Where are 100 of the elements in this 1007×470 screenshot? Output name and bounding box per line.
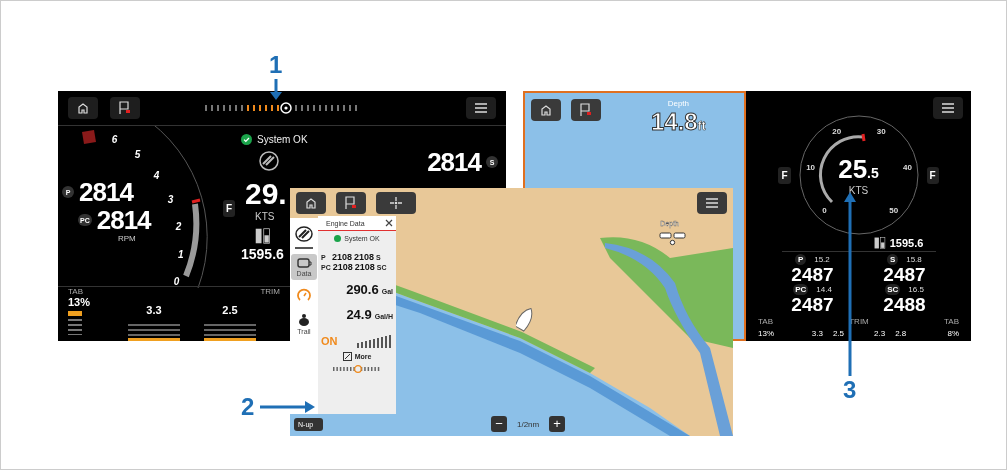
gauge-tick-label: 3 [167, 194, 174, 206]
trim-value: 2.8 [895, 329, 907, 338]
speed-decimal: .5 [867, 165, 879, 181]
fuel-value: 1595.6 [889, 237, 924, 249]
gauge-icon [297, 288, 311, 302]
engine-side-badge: SC [885, 284, 901, 295]
fuel-value: 290.6 [346, 282, 379, 297]
callout-arrow [269, 79, 282, 101]
speed-unit: KTS [255, 211, 275, 222]
engine-side-badge: PC [793, 284, 809, 295]
fuel-value: 1595.6 [241, 246, 284, 262]
engine-side-badge: S [887, 254, 899, 265]
rpm-unit: RPM [118, 234, 136, 243]
gauge-tick-label: 4 [153, 169, 160, 181]
callout-number: 1 [269, 51, 283, 79]
status-dot-icon [334, 235, 342, 242]
trim-value: 2.5 [832, 329, 844, 338]
engine-logo-icon [259, 151, 279, 171]
tab-value: 13% [758, 329, 774, 338]
callout-number: 3 [843, 376, 857, 404]
fuel-level-icon [873, 237, 886, 249]
fuel-level-icon [255, 228, 271, 244]
trim-label: TRIM [849, 317, 869, 326]
menu-icon [942, 103, 954, 113]
speed-unit: KTS [848, 185, 869, 196]
steering-indicator-drawing [333, 365, 381, 373]
home-icon [305, 197, 317, 209]
engine-logo-icon [295, 226, 313, 242]
menu-icon [475, 103, 487, 113]
depth-label: Depth [667, 99, 690, 108]
menu-button[interactable] [933, 97, 963, 119]
gear-indicator: F [926, 166, 939, 184]
trim-value: 15.2 [814, 255, 830, 264]
rpm-value: 2488 [883, 295, 926, 314]
home-button[interactable] [68, 97, 98, 119]
home-icon [540, 104, 552, 116]
trim-value: 3.3 [811, 329, 823, 338]
rpm-value: 2814 [79, 178, 133, 206]
trim-label: TRIM [260, 287, 280, 296]
tab-label: TAB [758, 317, 774, 326]
expand-icon [342, 352, 352, 361]
boat-icon [516, 306, 534, 332]
rpm-value: 2108 [332, 262, 353, 272]
engine-side-badge: P [795, 254, 807, 265]
engine-icon [296, 257, 312, 269]
tab-label: TAB [944, 317, 959, 326]
tab-value: 8% [947, 329, 959, 338]
gauge-tick-label: 0 [821, 205, 827, 215]
scale-label: 1/2nm [515, 419, 541, 429]
gauge-tick-label: 2 [175, 220, 182, 232]
zoom-in-button[interactable]: + [549, 416, 566, 432]
rpm-value: 2814 [427, 148, 481, 176]
gauge-tick-label: 5 [134, 149, 141, 161]
trim-value: 3.3 [146, 304, 162, 316]
speed-value: 29. [245, 179, 287, 209]
trim-value: 2.5 [222, 304, 238, 316]
rpm-value: 2487 [791, 295, 834, 314]
rpm-value: 2108 [332, 252, 353, 262]
rpm-value: 2487 [883, 265, 926, 284]
callout-arrow [260, 401, 317, 413]
flag-icon [118, 101, 132, 115]
crosshair-button[interactable] [376, 192, 416, 214]
flag-icon [344, 196, 358, 210]
gauge-tick-label: 1 [177, 248, 184, 260]
trim-value: 14.4 [816, 285, 832, 294]
depth-unit: ft [697, 119, 706, 133]
home-button[interactable] [531, 99, 561, 121]
trim-value: 2.3 [874, 329, 886, 338]
close-icon[interactable] [385, 219, 393, 227]
home-icon [77, 102, 89, 114]
waypoint-button[interactable] [571, 99, 601, 121]
home-button[interactable] [296, 192, 326, 214]
gauge-tick-label: 20 [831, 127, 841, 137]
menu-button[interactable] [697, 192, 727, 214]
check-icon [241, 134, 252, 145]
callout-number: 2 [241, 393, 255, 421]
waypoint-button[interactable] [110, 97, 140, 119]
gauge-tick-label: 50 [888, 205, 898, 215]
fuel-flow-value: 24.9 [346, 307, 372, 322]
gauge-tick-label: 10 [805, 163, 815, 173]
zoom-out-button[interactable]: − [491, 416, 508, 432]
crosshair-icon [389, 196, 403, 210]
rpm-value: 2108 [354, 262, 375, 272]
gear-indicator: F [778, 166, 791, 184]
rpm-value: 2108 [354, 252, 375, 262]
gauge-tick-label: 40 [902, 163, 912, 173]
gear-indicator: F [223, 200, 236, 217]
waypoint-button[interactable] [336, 192, 366, 214]
gauge-tick-label: 30 [876, 127, 886, 137]
sound-level-icon [357, 334, 393, 348]
menu-button[interactable] [466, 97, 496, 119]
menu-icon [706, 198, 718, 208]
depth-value: 14.8 [651, 108, 698, 136]
speed-value: 25 [838, 154, 868, 185]
gauge-tick-label: 0 [173, 276, 180, 288]
gauge-tick-label: 6 [111, 133, 118, 145]
flag-icon [579, 103, 593, 117]
data-box-icon [659, 232, 687, 246]
tab-meter [68, 311, 82, 335]
rpm-value: 2814 [96, 206, 151, 234]
